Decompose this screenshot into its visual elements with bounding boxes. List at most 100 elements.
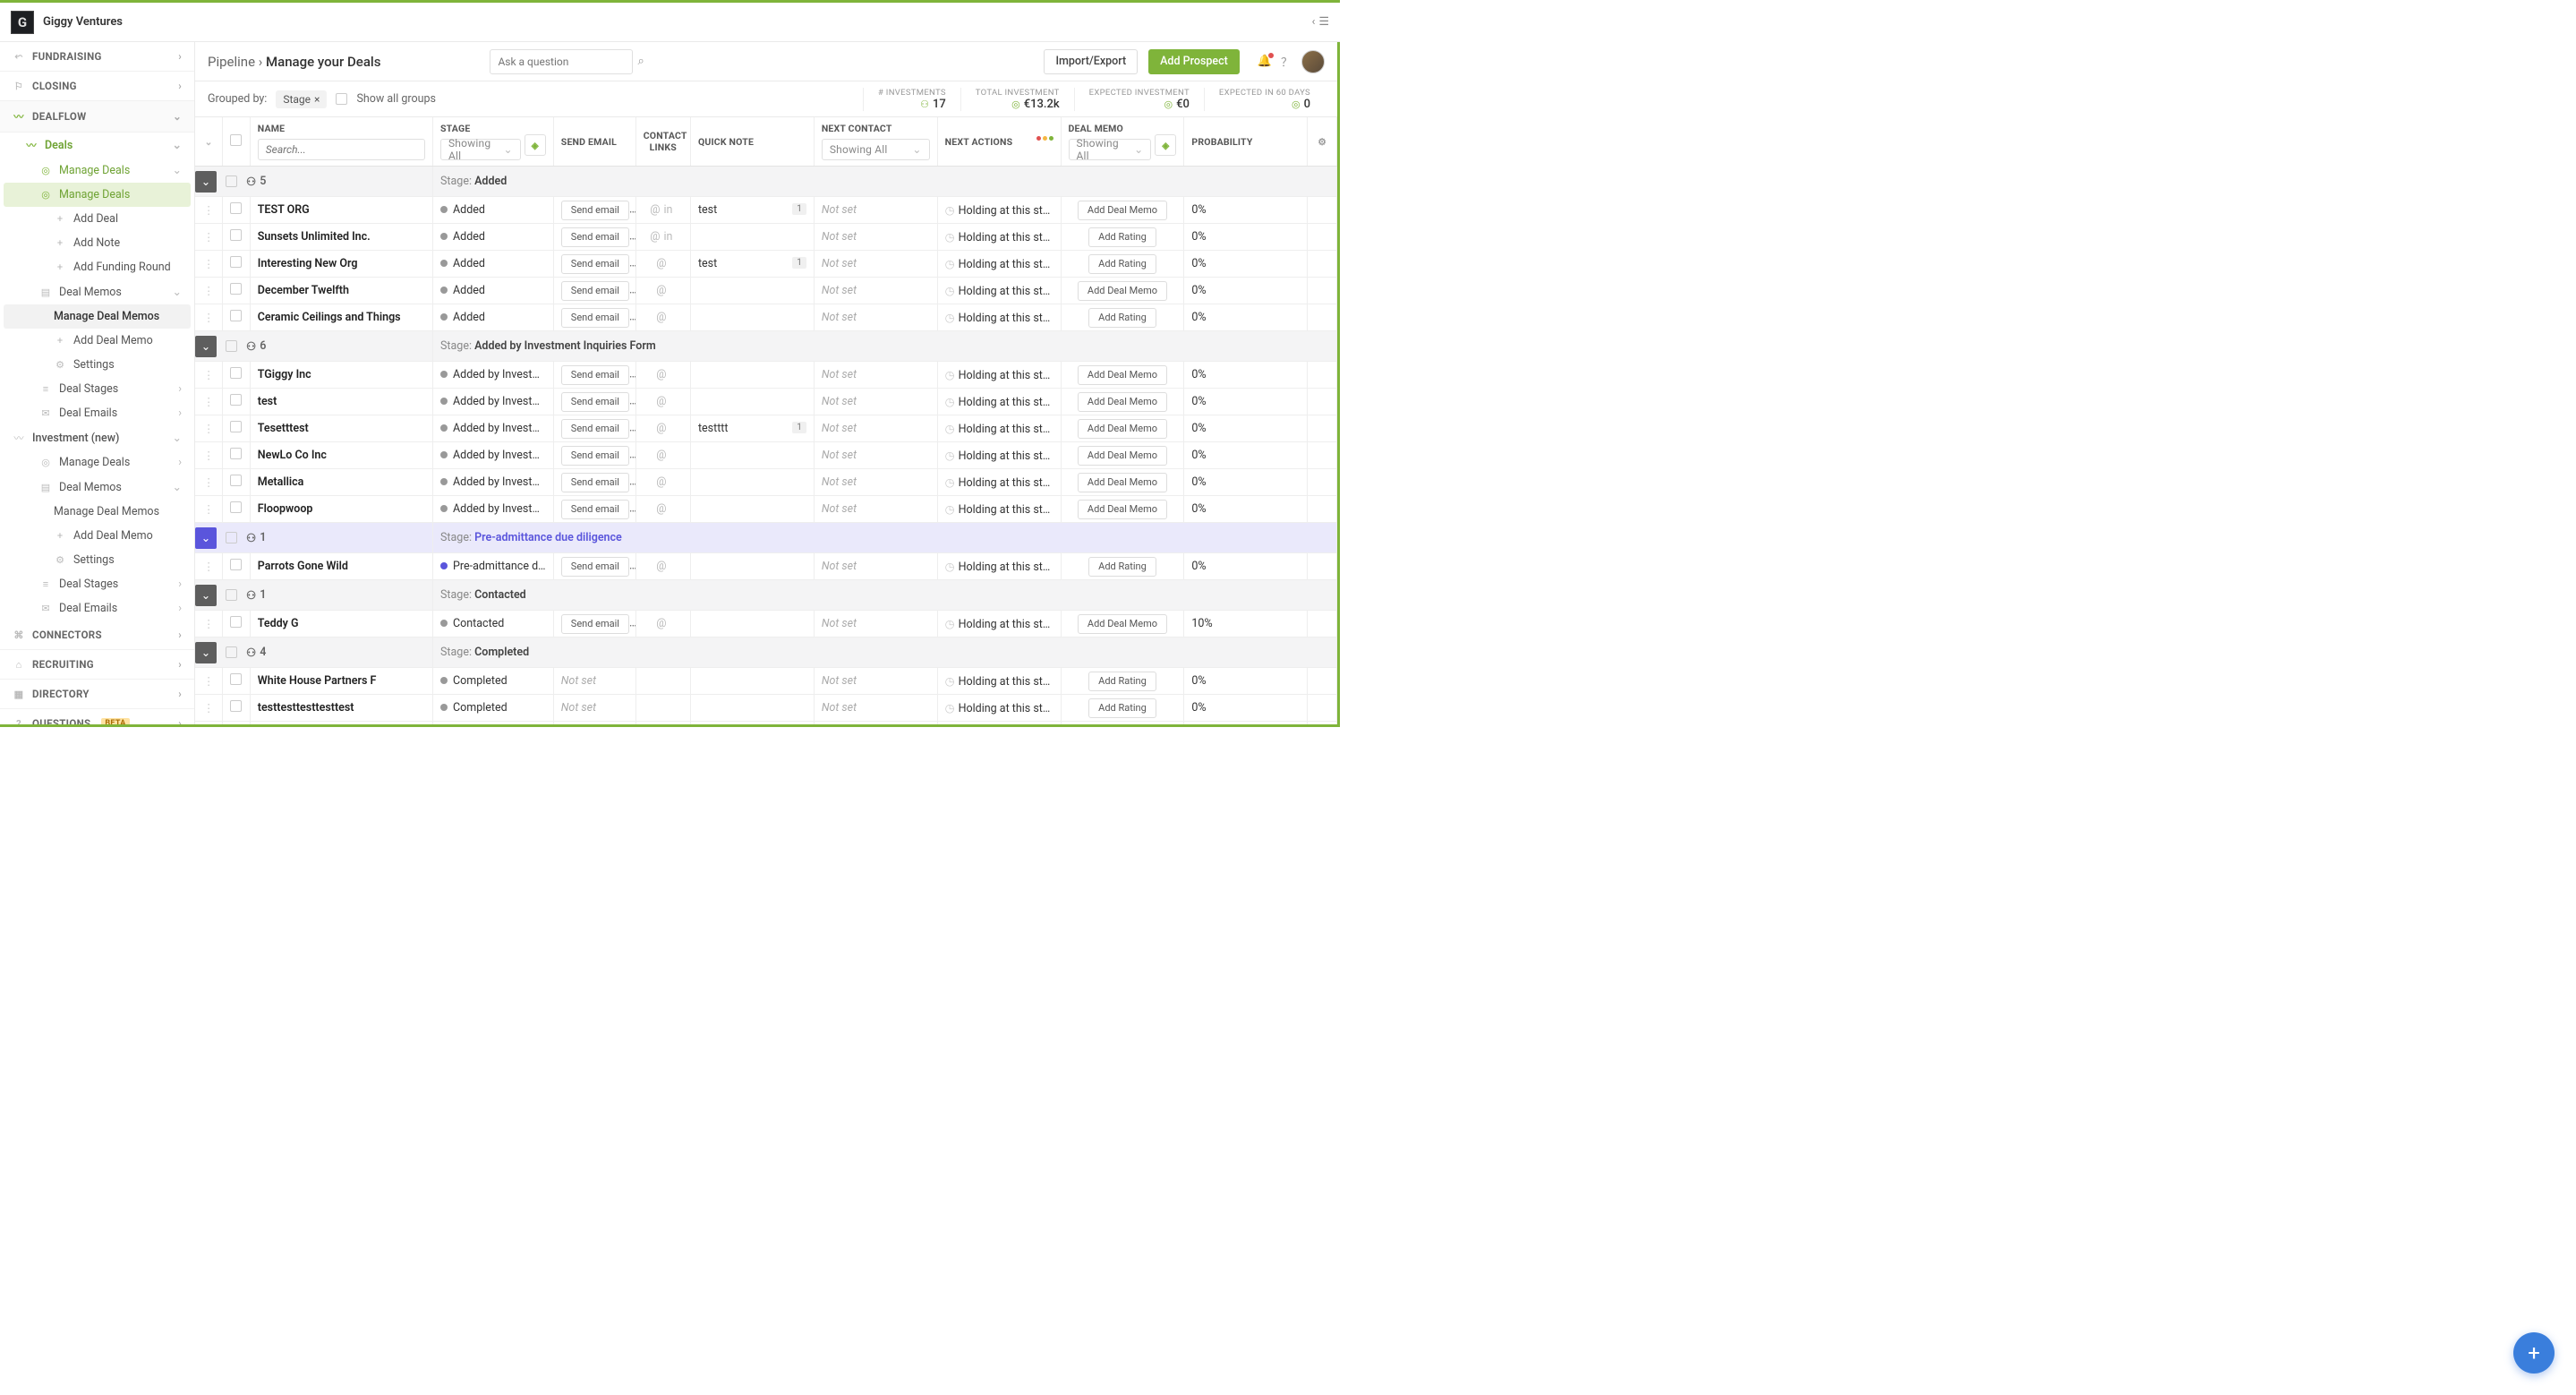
linkedin-icon[interactable]: in bbox=[663, 203, 672, 217]
nav-questions[interactable]: ?QUESTIONSBETA› bbox=[0, 709, 194, 724]
next-contact-cell[interactable]: Not set bbox=[814, 278, 937, 304]
row-checkbox[interactable] bbox=[230, 501, 242, 513]
nav-inv-manage-memos[interactable]: Manage Deal Memos bbox=[0, 500, 194, 524]
deal-name-cell[interactable]: Teddy G bbox=[250, 611, 432, 638]
table-row[interactable]: ⋮TesetttestAdded by Investm...Send email… bbox=[195, 415, 1337, 442]
table-row[interactable]: ⋮MetallicaAdded by Investm...Send email@… bbox=[195, 469, 1337, 496]
drag-handle-icon[interactable]: ⋮ bbox=[203, 423, 215, 436]
help-icon[interactable]: ？ bbox=[1281, 53, 1292, 70]
send-email-button[interactable]: Send email bbox=[561, 614, 629, 634]
drag-handle-icon[interactable]: ⋮ bbox=[203, 369, 215, 382]
nav-manage-deals[interactable]: ◎Manage Deals⌄ bbox=[0, 158, 194, 183]
stage-cell[interactable]: Completed bbox=[432, 722, 553, 725]
deal-name-cell[interactable]: Ceramic Ceilings and Things bbox=[250, 304, 432, 331]
deal-name-cell[interactable]: test bbox=[250, 389, 432, 415]
stage-cell[interactable]: Added bbox=[432, 197, 553, 224]
avatar[interactable] bbox=[1301, 50, 1325, 73]
nav-manage-deal-memos[interactable]: Manage Deal Memos bbox=[4, 304, 191, 329]
at-icon[interactable]: @ bbox=[656, 257, 666, 270]
nav-settings[interactable]: ⚙Settings bbox=[0, 353, 194, 377]
add-deal-memo-button[interactable]: Add Deal Memo bbox=[1078, 446, 1167, 466]
table-row[interactable]: ⋮TGiggy IncAdded by Investm...Send email… bbox=[195, 362, 1337, 389]
stage-cell[interactable]: Added by Investm... bbox=[432, 389, 553, 415]
at-icon[interactable]: @ bbox=[656, 502, 666, 516]
add-rating-button[interactable]: Add Rating bbox=[1088, 227, 1156, 247]
deal-name-cell[interactable]: White House Partners F bbox=[250, 668, 432, 695]
at-icon[interactable]: @ bbox=[656, 449, 666, 462]
table-row[interactable]: ⋮testtesttesttesttestCompletedNot setNot… bbox=[195, 695, 1337, 722]
bell-icon[interactable]: 🔔 bbox=[1258, 55, 1272, 68]
at-icon[interactable]: @ bbox=[656, 422, 666, 435]
next-actions-cell[interactable]: ◷Holding at this sta... bbox=[937, 442, 1061, 469]
row-checkbox[interactable] bbox=[230, 475, 242, 486]
next-contact-cell[interactable]: Not set bbox=[814, 553, 937, 580]
row-checkbox[interactable] bbox=[230, 673, 242, 685]
stage-cell[interactable]: Added by Investm... bbox=[432, 496, 553, 523]
send-email-button[interactable]: Send email bbox=[561, 446, 629, 466]
next-actions-cell[interactable]: ◷Holding at this sta... bbox=[937, 695, 1061, 722]
nav-inv-deal-stages[interactable]: ≡Deal Stages› bbox=[0, 572, 194, 596]
send-email-button[interactable]: Send email bbox=[561, 254, 629, 274]
next-contact-cell[interactable]: Not set bbox=[814, 362, 937, 389]
row-checkbox[interactable] bbox=[230, 202, 242, 214]
send-email-button[interactable]: Send email bbox=[561, 392, 629, 412]
at-icon[interactable]: @ bbox=[656, 284, 666, 297]
next-contact-cell[interactable]: Not set bbox=[814, 469, 937, 496]
stage-filter-dropdown[interactable]: Showing All⌄ bbox=[440, 139, 521, 160]
drag-handle-icon[interactable]: ⋮ bbox=[203, 449, 215, 463]
deal-name-cell[interactable]: testtesttesttesttest bbox=[250, 695, 432, 722]
table-row[interactable]: ⋮testAdded by Investm...Send email@Not s… bbox=[195, 389, 1337, 415]
menu-icon[interactable]: ☰ bbox=[1318, 15, 1329, 29]
nav-inv-manage-deals[interactable]: ◎Manage Deals› bbox=[0, 450, 194, 475]
table-row[interactable]: ⋮Parrots Gone WildPre-admittance du...Se… bbox=[195, 553, 1337, 580]
group-toggle[interactable]: ⌄ bbox=[195, 642, 217, 663]
stage-layers-button[interactable]: ◈ bbox=[525, 134, 546, 156]
workspace-logo[interactable]: G bbox=[11, 11, 34, 34]
nav-add-deal-memo[interactable]: +Add Deal Memo bbox=[0, 329, 194, 353]
group-checkbox[interactable] bbox=[226, 175, 237, 187]
nav-inv-deal-emails[interactable]: ✉Deal Emails› bbox=[0, 596, 194, 620]
next-contact-cell[interactable]: Not set bbox=[814, 304, 937, 331]
quick-note-cell[interactable]: test1 bbox=[690, 251, 814, 278]
group-toggle[interactable]: ⌄ bbox=[195, 527, 217, 549]
row-checkbox[interactable] bbox=[230, 421, 242, 432]
group-toggle[interactable]: ⌄ bbox=[195, 171, 217, 193]
add-deal-memo-button[interactable]: Add Deal Memo bbox=[1078, 201, 1167, 220]
next-actions-cell[interactable]: ◷Holding at this sta... bbox=[937, 304, 1061, 331]
table-row[interactable]: ⋮Rat PackCompletedSend email@Not set◷Hol… bbox=[195, 722, 1337, 725]
nav-investment[interactable]: 〰Investment (new)⌄ bbox=[0, 425, 194, 450]
next-actions-cell[interactable]: ◷Holding at this sta... bbox=[937, 362, 1061, 389]
drag-handle-icon[interactable]: ⋮ bbox=[203, 204, 215, 218]
nav-deal-stages[interactable]: ≡Deal Stages› bbox=[0, 377, 194, 401]
send-email-button[interactable]: Send email bbox=[561, 500, 629, 519]
add-rating-button[interactable]: Add Rating bbox=[1088, 308, 1156, 328]
drag-handle-icon[interactable]: ⋮ bbox=[203, 231, 215, 244]
search-input[interactable]: ⌕ bbox=[490, 49, 633, 74]
drag-handle-icon[interactable]: ⋮ bbox=[203, 503, 215, 517]
row-checkbox[interactable] bbox=[230, 700, 242, 712]
gear-icon[interactable]: ⚙ bbox=[1318, 136, 1326, 148]
next-actions-cell[interactable]: ◷Holding at this sta... bbox=[937, 415, 1061, 442]
stage-cell[interactable]: Added bbox=[432, 251, 553, 278]
deal-name-cell[interactable]: Parrots Gone Wild bbox=[250, 553, 432, 580]
deal-name-cell[interactable]: Floopwoop bbox=[250, 496, 432, 523]
quick-note-cell[interactable]: test1 bbox=[690, 197, 814, 224]
group-toggle[interactable]: ⌄ bbox=[195, 585, 217, 606]
drag-handle-icon[interactable]: ⋮ bbox=[203, 476, 215, 490]
select-all-checkbox[interactable] bbox=[230, 134, 242, 146]
next-actions-cell[interactable]: ◷Holding at this sta... bbox=[937, 224, 1061, 251]
drag-handle-icon[interactable]: ⋮ bbox=[203, 702, 215, 715]
add-deal-memo-button[interactable]: Add Deal Memo bbox=[1078, 500, 1167, 519]
send-email-button[interactable]: Send email bbox=[561, 201, 629, 220]
row-checkbox[interactable] bbox=[230, 229, 242, 241]
nav-add-deal[interactable]: +Add Deal bbox=[0, 207, 194, 231]
stage-cell[interactable]: Added by Investm... bbox=[432, 362, 553, 389]
nav-add-note[interactable]: +Add Note bbox=[0, 231, 194, 255]
next-actions-cell[interactable]: ◷Holding at this sta... bbox=[937, 668, 1061, 695]
drag-handle-icon[interactable]: ⋮ bbox=[203, 675, 215, 689]
at-icon[interactable]: @ bbox=[656, 475, 666, 489]
deal-name-cell[interactable]: Interesting New Org bbox=[250, 251, 432, 278]
chevron-left-icon[interactable]: ‹ bbox=[1311, 15, 1315, 29]
nav-connectors[interactable]: ⌘CONNECTORS› bbox=[0, 620, 194, 650]
add-deal-memo-button[interactable]: Add Deal Memo bbox=[1078, 473, 1167, 492]
